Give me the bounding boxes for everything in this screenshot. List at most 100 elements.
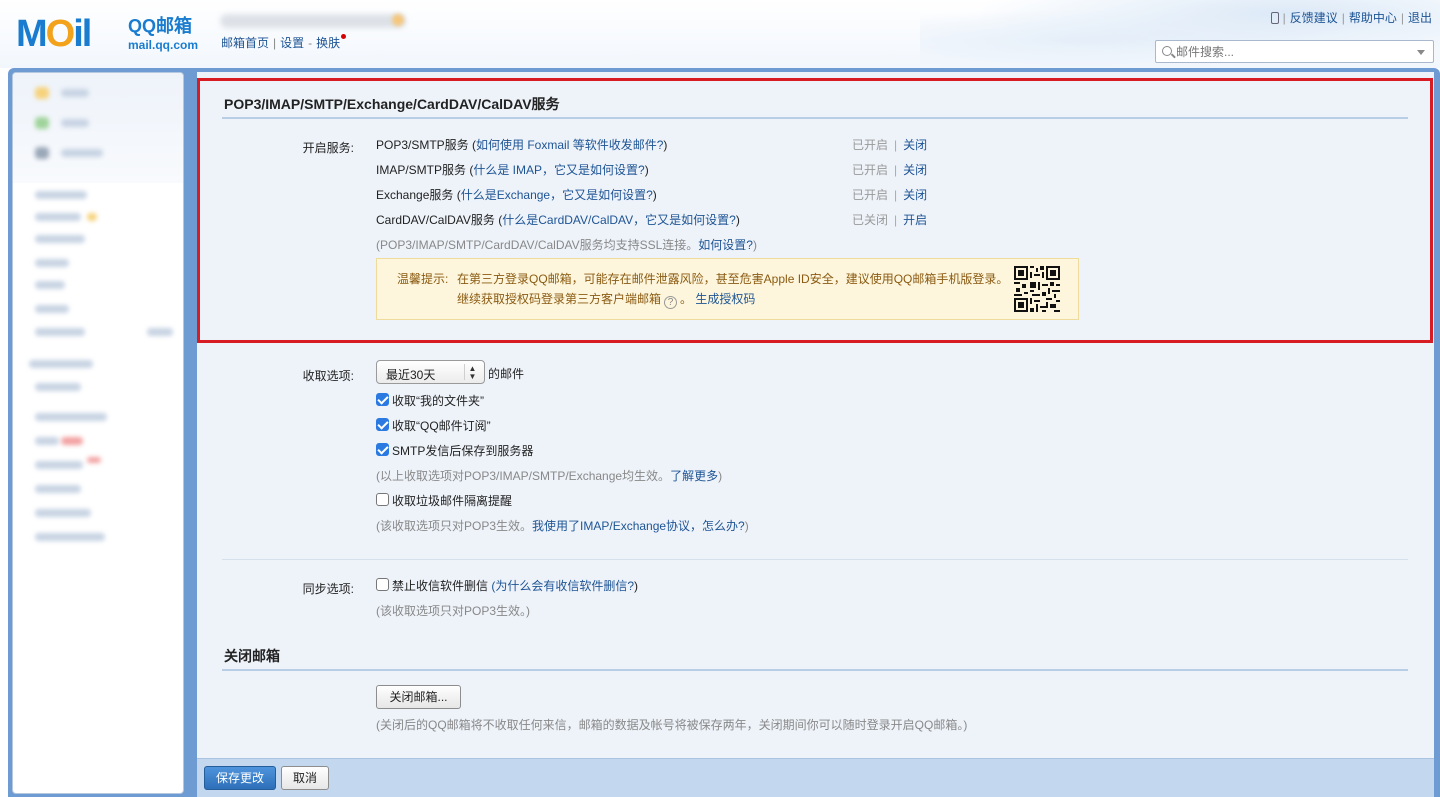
learn-more-link[interactable]: 了解更多 — [670, 469, 718, 483]
sidebar-item-redacted[interactable] — [35, 235, 85, 243]
sidebar-item-redacted[interactable] — [35, 259, 69, 267]
sidebar-item-redacted[interactable] — [35, 413, 107, 421]
account-badge-redacted — [392, 14, 404, 26]
receive-note1: (以上收取选项对POP3/IMAP/SMTP/Exchange均生效。了解更多) — [376, 467, 722, 484]
feedback-link[interactable]: 反馈建议 — [1290, 11, 1338, 25]
prevent-delete-label[interactable]: 禁止收信软件删信 — [392, 579, 488, 593]
imap-exchange-help-link[interactable]: 我使用了IMAP/Exchange协议，怎么办? — [532, 519, 745, 533]
select-arrows-icon: ▲ ▼ — [464, 364, 480, 381]
status-sep: | — [894, 163, 898, 177]
receive-options-label: 收取选项: — [302, 369, 354, 383]
help-circle-icon[interactable]: ? — [664, 296, 678, 309]
save-changes-button[interactable]: 保存更改 — [204, 766, 276, 790]
service-status-carddav: 已关闭 | 开启 — [852, 211, 927, 228]
pop-section-title: POP3/IMAP/SMTP/Exchange/CardDAV/CalDAV服务 — [224, 96, 560, 112]
sidebar-item-redacted[interactable] — [35, 281, 65, 289]
receive-range-select[interactable]: 最近30天 ▲ ▼ — [376, 360, 485, 384]
sidebar-item-redacted[interactable] — [35, 509, 91, 517]
section-rule — [222, 669, 1408, 671]
spam-reminder-option-label[interactable]: 收取垃圾邮件隔离提醒 — [392, 492, 512, 509]
service-status-exchange: 已开启 | 关闭 — [852, 186, 927, 203]
mail-search-box[interactable] — [1155, 40, 1434, 63]
select-value: 最近30天 — [386, 368, 436, 382]
status-sep: | — [894, 138, 898, 152]
ssl-howto-link[interactable]: 如何设置? — [698, 238, 753, 252]
sidebar-contacts-icon[interactable] — [35, 147, 49, 159]
enable-service-label: 开启服务: — [302, 141, 354, 155]
qq-mail-logo[interactable]: MOil QQ邮箱 mail.qq.com — [16, 14, 206, 54]
logout-link[interactable]: 退出 — [1408, 11, 1432, 25]
service-help-link[interactable]: 什么是CardDAV/CalDAV，它又是如何设置? — [502, 213, 736, 227]
service-help-link[interactable]: 什么是Exchange，它又是如何设置? — [461, 188, 653, 202]
sidebar-item-redacted[interactable] — [35, 383, 81, 391]
section-rule — [222, 117, 1408, 119]
paren: ) — [744, 519, 749, 533]
receive-note1-text: (以上收取选项对POP3/IMAP/SMTP/Exchange均生效。 — [376, 469, 671, 483]
footer-bar — [197, 758, 1434, 797]
logo-brand: QQ邮箱 — [128, 16, 193, 36]
service-name: CardDAV/CalDAV服务 ( — [376, 213, 503, 227]
qr-code-icon — [1014, 266, 1060, 312]
paren: ) — [652, 188, 657, 202]
sidebar-item-redacted[interactable] — [61, 149, 103, 157]
sidebar-item-redacted[interactable] — [35, 328, 85, 336]
divider — [222, 559, 1408, 560]
why-delete-link[interactable]: (为什么会有收信软件删信? — [491, 579, 634, 593]
sidebar-badge-redacted — [87, 213, 97, 221]
search-input[interactable] — [1176, 43, 1416, 60]
close-mailbox-title: 关闭邮箱 — [224, 648, 280, 664]
toggle-imap-button[interactable]: 关闭 — [903, 163, 927, 177]
sidebar-count-redacted — [147, 328, 173, 336]
top-link-sep: | — [1341, 11, 1345, 25]
service-help-link[interactable]: 如何使用 Foxmail 等软件收发邮件? — [476, 138, 663, 152]
sidebar-item-redacted[interactable] — [35, 437, 59, 445]
help-center-link[interactable]: 帮助中心 — [1349, 11, 1397, 25]
qq-subscription-checkbox[interactable] — [376, 418, 389, 431]
sidebar-item-redacted[interactable] — [61, 89, 89, 97]
paren: ) — [644, 163, 649, 177]
sidebar-item-redacted[interactable] — [35, 213, 81, 221]
new-dot-icon — [341, 34, 347, 39]
phone-icon[interactable] — [1270, 12, 1279, 24]
sidebar-item-redacted[interactable] — [61, 119, 89, 127]
toggle-pop3-button[interactable]: 关闭 — [903, 138, 927, 152]
qq-subscription-option-label[interactable]: 收取“QQ邮件订阅” — [392, 417, 491, 434]
nav-skin[interactable]: 换肤 — [316, 36, 340, 50]
paren: ) — [718, 469, 723, 483]
cancel-button[interactable]: 取消 — [281, 766, 329, 790]
receive-note2-text: (该收取选项只对POP3生效。 — [376, 519, 533, 533]
prevent-delete-checkbox[interactable] — [376, 578, 389, 591]
sidebar-item-redacted[interactable] — [35, 533, 105, 541]
status-text: 已开启 — [852, 138, 889, 152]
sidebar — [12, 72, 184, 794]
sidebar-badge-redacted — [61, 437, 83, 445]
spam-reminder-checkbox[interactable] — [376, 493, 389, 506]
sidebar-item-redacted[interactable] — [35, 485, 81, 493]
sidebar-item-redacted[interactable] — [35, 305, 69, 313]
sidebar-item-redacted[interactable] — [35, 461, 83, 469]
service-status-pop3: 已开启 | 关闭 — [852, 136, 927, 153]
top-links: | 反馈建议 | 帮助中心 | 退出 — [1270, 9, 1432, 26]
search-dropdown-icon[interactable] — [1417, 50, 1425, 55]
service-help-link[interactable]: 什么是 IMAP，它又是如何设置? — [473, 163, 644, 177]
generate-auth-code-link[interactable]: 生成授权码 — [695, 292, 755, 306]
sidebar-item-redacted[interactable] — [29, 360, 93, 368]
service-row-exchange: Exchange服务 (什么是Exchange，它又是如何设置?) — [376, 186, 657, 203]
nav-mail-home[interactable]: 邮箱首页 — [221, 36, 269, 50]
toggle-carddav-button[interactable]: 开启 — [903, 213, 927, 227]
toggle-exchange-button[interactable]: 关闭 — [903, 188, 927, 202]
ssl-note: (POP3/IMAP/SMTP/CardDAV/CalDAV服务均支持SSL连接… — [376, 236, 757, 253]
smtp-save-checkbox[interactable] — [376, 443, 389, 456]
nav-sep: | — [273, 36, 277, 50]
close-mailbox-button[interactable]: 关闭邮箱... — [376, 685, 461, 709]
nav-settings[interactable]: 设置 — [280, 36, 304, 50]
my-folders-option-label[interactable]: 收取“我的文件夹” — [392, 392, 484, 409]
sidebar-write-icon[interactable] — [35, 87, 49, 99]
logo-wordmark: MOil — [16, 13, 92, 55]
paren: ) — [735, 213, 740, 227]
smtp-save-option-label[interactable]: SMTP发信后保存到服务器 — [392, 442, 533, 459]
my-folders-checkbox[interactable] — [376, 393, 389, 406]
sidebar-inbox-icon[interactable] — [35, 117, 49, 129]
sidebar-item-redacted[interactable] — [35, 191, 87, 199]
prevent-delete-option: 禁止收信软件删信 (为什么会有收信软件删信?) — [392, 577, 638, 594]
